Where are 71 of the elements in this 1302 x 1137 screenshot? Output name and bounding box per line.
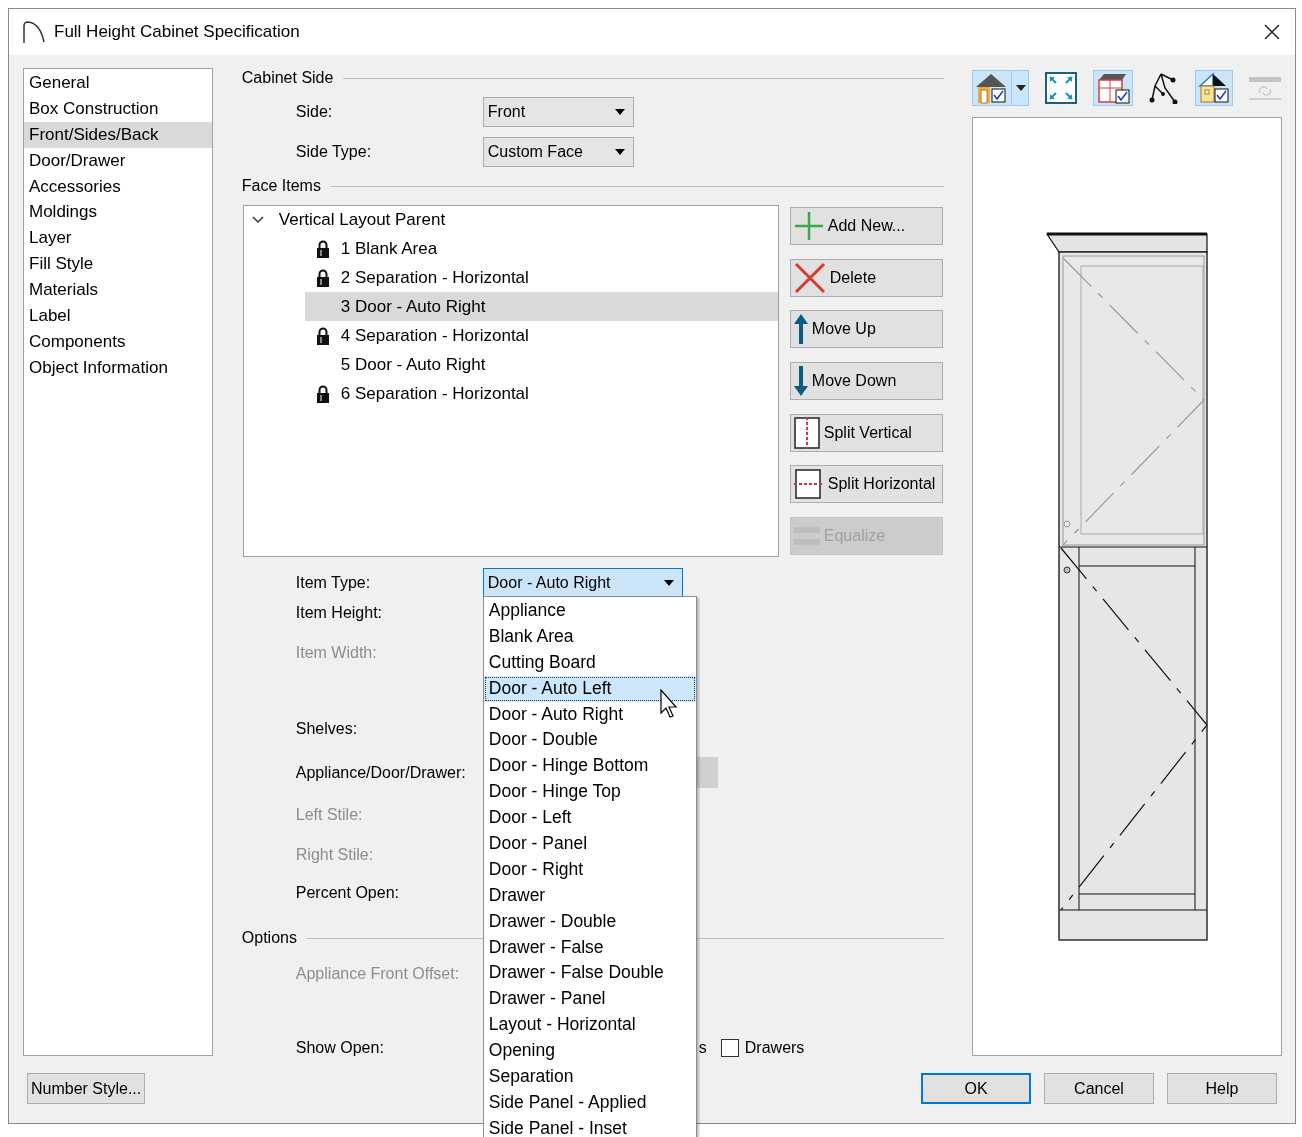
dropdown-option[interactable]: Door - Hinge Bottom	[483, 753, 696, 780]
category-item[interactable]: Door/Drawer	[24, 147, 212, 174]
category-item[interactable]: Object Information	[24, 354, 212, 381]
dropdown[interactable]: Front	[482, 97, 634, 127]
dropdown-option[interactable]: Cutting Board	[483, 649, 696, 676]
dropdown[interactable]: Door - Auto Right	[482, 568, 683, 598]
action-button[interactable]: Split Horizontal	[789, 465, 943, 504]
section-title: Cabinet Side	[241, 69, 334, 87]
dropdown-option[interactable]: Drawer	[483, 882, 696, 909]
dropdown-option[interactable]: Separation	[483, 1064, 696, 1090]
field-label: Item Height:	[295, 603, 384, 623]
tree-item[interactable]: 3 Door - Auto Right	[304, 292, 778, 321]
dropdown-option[interactable]: Drawer - Panel	[483, 986, 696, 1013]
dropdown-option[interactable]: Side Panel - Applied	[483, 1089, 696, 1116]
category-item[interactable]: Fill Style	[24, 251, 212, 278]
dropdown-option[interactable]: Door - Right	[483, 856, 696, 883]
dialog-button[interactable]: Help	[1167, 1073, 1277, 1104]
dropdown-option[interactable]: Layout - Horizontal	[483, 1012, 696, 1039]
dropdown[interactable]: Custom Face	[482, 137, 634, 167]
number-style-button[interactable]: Number Style...	[27, 1073, 146, 1104]
field-label: Side:	[295, 102, 334, 122]
tree-item[interactable]: 1 Blank Area	[304, 234, 778, 263]
dropdown-option[interactable]: Door - Auto Left	[483, 675, 696, 702]
category-item[interactable]: Box Construction	[24, 95, 212, 122]
action-button[interactable]: Add New...	[789, 207, 943, 245]
section-title: Face Items	[241, 177, 321, 195]
tree-item[interactable]: 6 Separation - Horizontal	[304, 379, 778, 408]
field-label: Left Stile:	[295, 805, 364, 825]
category-item[interactable]: Components	[24, 328, 212, 355]
dialog-button[interactable]: Cancel	[1044, 1073, 1154, 1104]
dropdown-option[interactable]: Side Panel - Inset	[483, 1115, 696, 1137]
field-label: Appliance Front Offset:	[295, 964, 461, 984]
dropdown-option[interactable]: Appliance	[483, 598, 696, 624]
action-button[interactable]: Split Vertical	[789, 413, 943, 452]
tree-item[interactable]: 2 Separation - Horizontal	[304, 263, 778, 292]
field-label: Appliance/Door/Drawer:	[295, 763, 467, 783]
dropdown-option[interactable]: Door - Left	[483, 805, 696, 831]
dropdown-option[interactable]: Door - Double	[483, 727, 696, 754]
action-button[interactable]: Move Down	[789, 362, 943, 401]
category-item[interactable]: General	[24, 70, 212, 96]
dropdown-option[interactable]: Blank Area	[483, 623, 696, 650]
dropdown-option[interactable]: Door - Hinge Top	[483, 779, 696, 806]
dropdown-option[interactable]: Opening	[483, 1038, 696, 1065]
field-label: Percent Open:	[295, 883, 400, 903]
window-title: Full Height Cabinet Specification	[54, 22, 300, 42]
field-label: Shelves:	[295, 719, 359, 739]
category-item[interactable]: Front/Sides/Back	[24, 121, 212, 148]
checkbox-label: s	[698, 1039, 707, 1057]
category-item[interactable]: Layer	[24, 225, 212, 252]
category-item[interactable]: Accessories	[24, 173, 212, 200]
tree-item[interactable]: Vertical Layout Parent	[278, 210, 446, 230]
category-item[interactable]: Label	[24, 303, 212, 329]
tree-item[interactable]: 5 Door - Auto Right	[304, 350, 778, 379]
field-label: Side Type:	[295, 142, 373, 162]
field-label: Right Stile:	[295, 845, 375, 865]
field-label: Item Type:	[295, 573, 372, 593]
dropdown-option[interactable]: Drawer - False Double	[483, 960, 696, 987]
checkbox-label: Drawers	[744, 1039, 805, 1057]
category-item[interactable]: Moldings	[24, 199, 212, 226]
tree-item[interactable]: 4 Separation - Horizontal	[304, 321, 778, 350]
category-item[interactable]: Materials	[24, 277, 212, 303]
section-title: Options	[241, 929, 297, 947]
action-button[interactable]: Delete	[789, 258, 943, 297]
field-label: Item Width:	[295, 643, 378, 663]
dropdown-option[interactable]: Door - Panel	[483, 831, 696, 857]
field-label: Show Open:	[295, 1038, 385, 1058]
dialog-button[interactable]: OK	[921, 1073, 1031, 1104]
dropdown-option[interactable]: Door - Auto Right	[483, 701, 696, 728]
dropdown-option[interactable]: Drawer - Double	[483, 908, 696, 935]
action-button[interactable]: Move Up	[789, 310, 943, 349]
dropdown-option[interactable]: Drawer - False	[483, 934, 696, 961]
